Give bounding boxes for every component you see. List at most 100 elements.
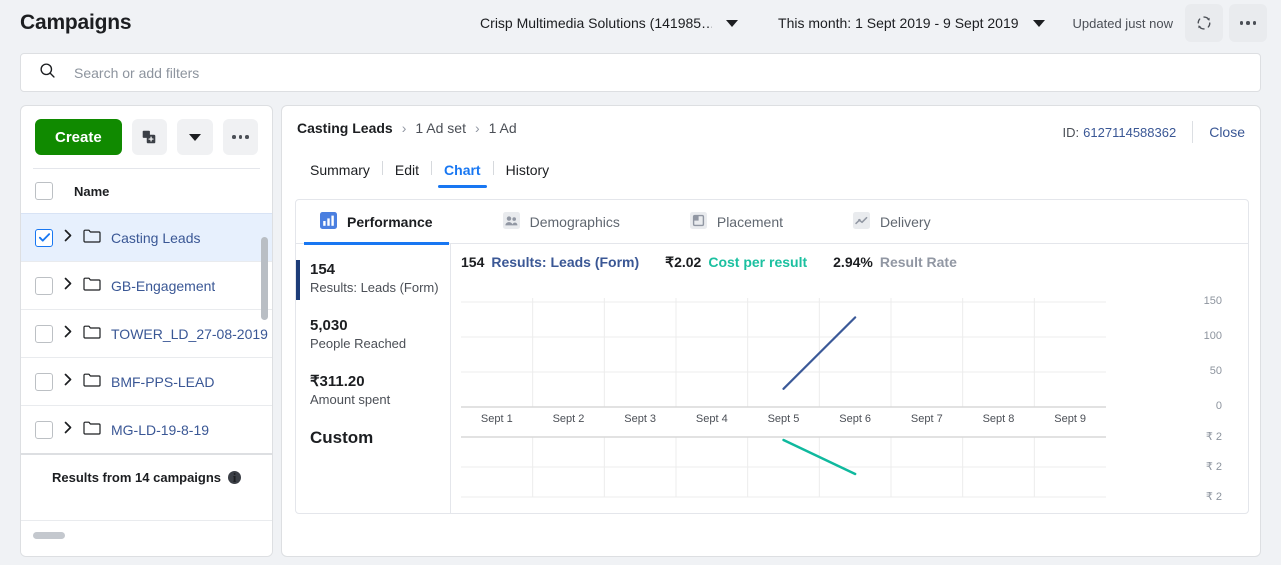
metric-spend[interactable]: ₹311.20 Amount spent [310,372,450,409]
refresh-icon [1197,16,1211,30]
x-axis-tick-label: Sept 8 [982,413,1015,425]
chart-legend: 154 Results: Leads (Form) ₹2.02 Cost per… [461,254,957,271]
create-button[interactable]: Create [35,119,122,155]
expand-chevron-icon[interactable] [63,421,74,439]
select-all-checkbox[interactable] [35,182,53,200]
chevron-down-icon [726,19,739,27]
x-axis-tick-label: Sept 7 [910,413,943,425]
x-axis-tick-label: Sept 9 [1054,413,1087,425]
campaign-list-panel: Create Name Casting Leads GB-Engagement … [20,105,273,557]
custom-metrics-button[interactable]: Custom [310,428,450,448]
x-axis-tick-label: Sept 2 [552,413,585,425]
chart-y-axis-labels: 150 100 50 0 ₹ 2 ₹ 2 ₹ 2 [1198,292,1242,513]
row-checkbox[interactable] [35,420,53,439]
metric-reach-label: People Reached [310,336,407,351]
metric-results[interactable]: 154 Results: Leads (Form) [310,260,450,297]
id-label: ID: [1062,124,1080,140]
metric-reach[interactable]: 5,030 People Reached [310,316,450,353]
list-item[interactable]: TOWER_LD_27-08-2019 [21,309,272,357]
updated-status: Updated just now [1072,15,1173,31]
legend-results-label: Results: Leads (Form) [491,254,640,270]
tab-summary[interactable]: Summary [298,162,382,188]
breadcrumb-item-ad[interactable]: 1 Ad [489,120,517,136]
list-item[interactable]: MG-LD-19-8-19 [21,405,272,453]
metric-results-label: Results: Leads (Form) [310,280,439,295]
tab-demographics[interactable]: Demographics [487,200,636,244]
expand-chevron-icon[interactable] [63,373,74,391]
legend-rate-value: 2.94% [833,254,873,270]
legend-results[interactable]: 154 Results: Leads (Form) [461,254,639,270]
chevron-down-icon [188,133,201,141]
duplicate-button[interactable] [131,119,168,155]
legend-rate-label: Result Rate [879,254,957,270]
people-icon [502,211,520,232]
tab-performance-label: Performance [347,213,433,230]
breadcrumb-separator-icon: › [474,120,480,136]
plot-area: 154 Results: Leads (Form) ₹2.02 Cost per… [451,244,1248,513]
chart-tabs: Performance Demographics Placement Deliv… [296,200,1248,245]
metric-spend-value: ₹311.20 [310,373,365,390]
active-metric-accent [296,260,300,300]
list-item[interactable]: BMF-PPS-LEAD [21,357,272,405]
row-checkbox[interactable] [35,228,53,247]
search-bar[interactable] [20,53,1261,92]
y-axis-tick-label: 100 [1203,330,1222,342]
refresh-button[interactable] [1185,4,1223,42]
tab-delivery[interactable]: Delivery [837,200,947,244]
id-and-close: ID: 6127114588362 Close [1063,121,1245,143]
folder-icon [83,420,101,440]
breadcrumb-item-adset[interactable]: 1 Ad set [415,120,466,136]
tab-performance[interactable]: Performance [304,200,449,245]
y-axis-tick-label: ₹ 2 [1205,491,1222,503]
list-dropdown-button[interactable] [177,119,213,155]
id-value[interactable]: 6127114588362 [1083,125,1176,140]
tab-edit[interactable]: Edit [383,162,431,188]
expand-chevron-icon[interactable] [63,325,74,343]
campaign-toolbar: Create [21,106,272,168]
x-axis-tick-label: Sept 3 [624,413,657,425]
chart-graph: 150 100 50 0 ₹ 2 ₹ 2 ₹ 2 Sept 1 Sept 2 Sept 3 Sep… [461,292,1248,513]
row-checkbox[interactable] [35,324,53,343]
legend-cost[interactable]: ₹2.02 Cost per result [665,254,807,271]
y-axis-tick-label: 50 [1209,365,1222,377]
folder-icon [83,324,101,344]
tab-placement[interactable]: Placement [674,200,799,244]
top-header-bar: Campaigns Crisp Multimedia Solutions (14… [0,0,1281,46]
header-more-button[interactable] [1229,4,1267,42]
list-vertical-scrollbar[interactable] [261,237,268,320]
close-button[interactable]: Close [1209,124,1245,140]
folder-icon [83,372,101,392]
header-controls: Crisp Multimedia Solutions (141985… This… [472,4,1281,42]
account-selector[interactable]: Crisp Multimedia Solutions (141985… [472,15,746,31]
date-range-selector[interactable]: This month: 1 Sept 2019 - 9 Sept 2019 [770,15,1053,31]
y-axis-tick-label: 150 [1203,295,1222,307]
tab-placement-label: Placement [716,213,784,230]
campaign-more-button[interactable] [222,119,259,155]
divider [1192,121,1194,143]
legend-rate[interactable]: 2.94% Result Rate [833,254,957,270]
metrics-sidebar: 154 Results: Leads (Form) 5,030 People R… [296,244,451,513]
placement-icon [689,211,707,232]
breadcrumb: Casting Leads › 1 Ad set › 1 Ad [297,120,517,136]
breadcrumb-separator-icon: › [401,120,407,136]
x-axis-tick-label: Sept 6 [839,413,872,425]
expand-chevron-icon[interactable] [63,229,74,247]
list-horizontal-scrollbar-thumb[interactable] [33,532,65,539]
tab-chart[interactable]: Chart [432,162,493,188]
y-axis-tick-label: 0 [1215,400,1222,412]
duplicate-icon [143,130,156,144]
list-item[interactable]: Casting Leads [21,213,272,261]
metric-spend-label: Amount spent [310,392,391,407]
info-icon[interactable]: i [228,470,242,484]
list-horizontal-scrollbar-track [21,520,272,556]
expand-chevron-icon[interactable] [63,277,74,295]
chart-x-axis-labels: Sept 1 Sept 2 Sept 3 Sept 4 Sept 5 Sept 6 Sept… [461,409,1112,433]
tab-history[interactable]: History [494,162,562,188]
row-checkbox[interactable] [35,276,53,295]
list-item[interactable]: GB-Engagement [21,261,272,309]
column-header-name: Name [74,183,110,199]
row-checkbox[interactable] [35,372,53,391]
detail-tabs: Summary Edit Chart History [298,152,561,188]
breadcrumb-item-campaign[interactable]: Casting Leads [297,120,393,136]
search-input[interactable] [72,54,1260,91]
